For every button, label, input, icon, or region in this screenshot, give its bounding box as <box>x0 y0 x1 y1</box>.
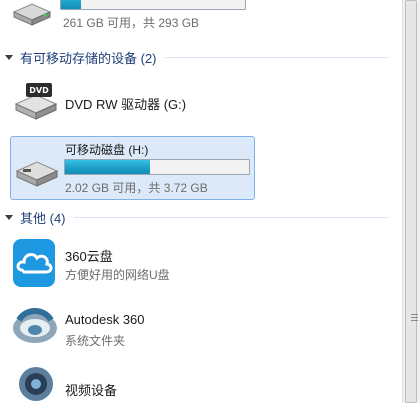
cloud-drive-subtitle: 方便好用的网络U盘 <box>65 268 170 282</box>
removable-disk-usage-text: 2.02 GB 可用，共 3.72 GB <box>65 181 208 195</box>
autodesk-360-item[interactable]: Autodesk 360 系统文件夹 <box>10 300 253 354</box>
usb-drive-icon <box>13 149 61 189</box>
other-group-header[interactable]: 其他 (4) <box>0 206 395 228</box>
svg-text:DVD: DVD <box>29 86 49 95</box>
drive-c-usage-bar <box>60 0 246 10</box>
drive-c-usage-text: 261 GB 可用，共 293 GB <box>63 16 200 30</box>
removable-devices-group-header[interactable]: 有可移动存储的设备 (2) <box>0 46 395 68</box>
removable-disk-item[interactable]: 可移动磁盘 (H:) 2.02 GB 可用，共 3.72 GB <box>10 136 255 200</box>
drive-c-item[interactable]: 261 GB 可用，共 293 GB <box>0 0 260 36</box>
video-device-item[interactable]: 视频设备 <box>10 360 253 403</box>
hard-drive-icon <box>10 0 54 30</box>
cloud-drive-label: 360云盘 <box>65 249 113 264</box>
cloud-drive-item[interactable]: 360云盘 方便好用的网络U盘 <box>10 236 253 292</box>
scrollbar-thumb[interactable] <box>405 0 418 403</box>
autodesk-360-subtitle: 系统文件夹 <box>65 334 126 348</box>
removable-disk-usage-bar <box>64 159 250 175</box>
dvd-drive-label: DVD RW 驱动器 (G:) <box>65 97 187 112</box>
collapse-arrow-icon[interactable] <box>5 214 13 220</box>
webcam-icon <box>16 364 56 404</box>
dvd-drive-icon: DVD <box>12 78 60 124</box>
autodesk-360-label: Autodesk 360 <box>65 312 145 327</box>
group-divider <box>164 56 389 58</box>
dvd-drive-item[interactable]: DVD DVD RW 驱动器 (G:) <box>10 78 253 124</box>
collapse-arrow-icon[interactable] <box>5 54 13 60</box>
group-title: 有可移动存储的设备 (2) <box>20 50 157 66</box>
cloud-icon <box>12 238 56 288</box>
removable-disk-label: 可移动磁盘 (H:) <box>65 143 149 157</box>
group-title: 其他 (4) <box>20 210 66 226</box>
autodesk-360-icon <box>10 302 60 352</box>
vertical-scrollbar[interactable] <box>402 0 420 403</box>
group-divider <box>73 216 389 218</box>
video-device-label: 视频设备 <box>65 383 118 398</box>
